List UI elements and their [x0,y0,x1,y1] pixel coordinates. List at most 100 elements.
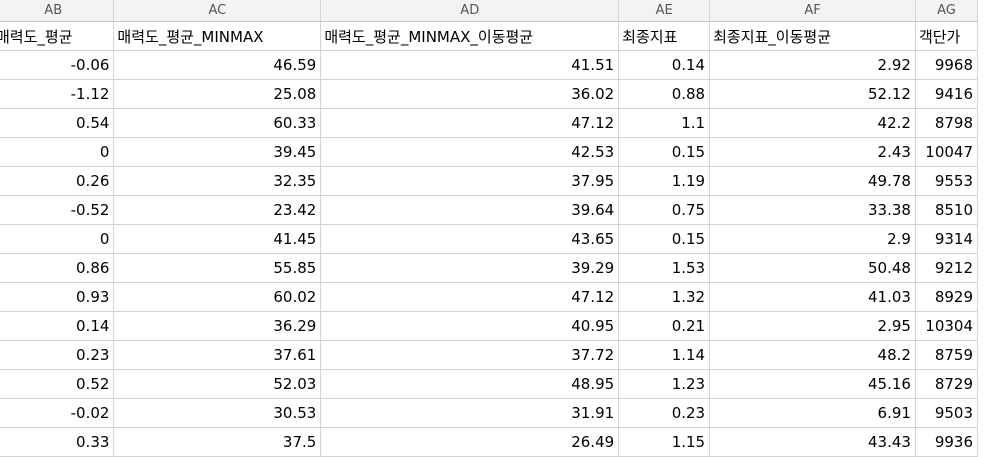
table-row: -0.06 46.59 41.51 0.14 2.92 9968 [0,50,979,80]
header-cell[interactable]: 최종지표 [618,21,711,51]
table-cell[interactable]: -0.06 [0,50,115,80]
table-cell[interactable]: 8929 [915,282,979,312]
table-cell[interactable]: 0.75 [618,195,711,225]
table-cell[interactable]: 36.02 [320,79,620,109]
table-cell[interactable]: 37.61 [113,340,322,370]
column-header-ae[interactable]: AE [618,0,711,22]
table-cell[interactable]: 8798 [915,108,979,138]
table-cell[interactable]: -0.02 [0,398,115,428]
table-cell[interactable]: 8729 [915,369,979,399]
table-cell[interactable]: 60.02 [113,282,322,312]
table-cell[interactable]: 31.91 [320,398,620,428]
table-cell[interactable]: 0.14 [0,311,115,341]
table-cell[interactable]: 47.12 [320,282,620,312]
spreadsheet-grid: AB AC AD AE AF AG 매력도_평균 매력도_평균_MINMAX 매력도_평균_M… [0,0,985,457]
table-cell[interactable]: 9968 [915,50,979,80]
table-cell[interactable]: 39.45 [113,137,322,167]
table-cell[interactable]: -1.12 [0,79,115,109]
table-cell[interactable]: 49.78 [709,166,916,196]
table-cell[interactable]: 32.35 [113,166,322,196]
table-cell[interactable]: 9212 [915,253,979,283]
column-header-ac[interactable]: AC [113,0,322,22]
table-cell[interactable]: 8759 [915,340,979,370]
table-cell[interactable]: 9416 [915,79,979,109]
table-cell[interactable]: 42.53 [320,137,620,167]
table-cell[interactable]: 9553 [915,166,979,196]
table-cell[interactable]: 0 [0,224,115,254]
table-cell[interactable]: 37.72 [320,340,620,370]
table-cell[interactable]: 1.23 [618,369,711,399]
table-row: 0 39.45 42.53 0.15 2.43 10047 [0,137,979,167]
header-cell[interactable]: 객단가 [915,21,979,51]
table-cell[interactable]: 9314 [915,224,979,254]
table-cell[interactable]: 1.53 [618,253,711,283]
table-cell[interactable]: 0.15 [618,224,711,254]
table-cell[interactable]: 0.88 [618,79,711,109]
table-cell[interactable]: 48.95 [320,369,620,399]
table-cell[interactable]: 1.15 [618,427,711,457]
table-cell[interactable]: 43.43 [709,427,916,457]
table-cell[interactable]: 0.23 [618,398,711,428]
table-cell[interactable]: 52.03 [113,369,322,399]
table-cell[interactable]: 26.49 [320,427,620,457]
table-cell[interactable]: 0.33 [0,427,115,457]
header-cell[interactable]: 매력도_평균_MINMAX_이동평균 [320,21,620,51]
header-cell[interactable]: 최종지표_이동평균 [709,21,916,51]
table-cell[interactable]: 37.5 [113,427,322,457]
table-cell[interactable]: 1.1 [618,108,711,138]
table-cell[interactable]: 47.12 [320,108,620,138]
column-header-ab[interactable]: AB [0,0,115,22]
header-cell[interactable]: 매력도_평균_MINMAX [113,21,322,51]
table-cell[interactable]: 41.03 [709,282,916,312]
table-cell[interactable]: 0.86 [0,253,115,283]
table-cell[interactable]: 0 [0,137,115,167]
table-cell[interactable]: 1.14 [618,340,711,370]
table-cell[interactable]: 33.38 [709,195,916,225]
column-header-af[interactable]: AF [709,0,916,22]
table-cell[interactable]: 25.08 [113,79,322,109]
table-cell[interactable]: 0.54 [0,108,115,138]
table-cell[interactable]: 0.93 [0,282,115,312]
column-header-ag[interactable]: AG [915,0,979,22]
table-cell[interactable]: 60.33 [113,108,322,138]
table-cell[interactable]: 36.29 [113,311,322,341]
table-cell[interactable]: 0.23 [0,340,115,370]
table-cell[interactable]: 52.12 [709,79,916,109]
table-cell[interactable]: 41.51 [320,50,620,80]
table-cell[interactable]: 30.53 [113,398,322,428]
table-cell[interactable]: 10047 [915,137,979,167]
table-cell[interactable]: 10304 [915,311,979,341]
column-header-ad[interactable]: AD [320,0,620,22]
table-cell[interactable]: 48.2 [709,340,916,370]
table-cell[interactable]: 0.26 [0,166,115,196]
table-cell[interactable]: 0.21 [618,311,711,341]
table-cell[interactable]: 8510 [915,195,979,225]
table-cell[interactable]: 9936 [915,427,979,457]
table-row: -0.02 30.53 31.91 0.23 6.91 9503 [0,398,979,428]
table-cell[interactable]: 43.65 [320,224,620,254]
table-cell[interactable]: 2.43 [709,137,916,167]
table-cell[interactable]: 46.59 [113,50,322,80]
table-cell[interactable]: 42.2 [709,108,916,138]
table-cell[interactable]: 2.95 [709,311,916,341]
table-cell[interactable]: 0.52 [0,369,115,399]
table-cell[interactable]: 39.64 [320,195,620,225]
table-cell[interactable]: 2.92 [709,50,916,80]
table-cell[interactable]: 1.32 [618,282,711,312]
table-cell[interactable]: 40.95 [320,311,620,341]
header-cell[interactable]: 매력도_평균 [0,21,115,51]
table-cell[interactable]: 1.19 [618,166,711,196]
table-cell[interactable]: 55.85 [113,253,322,283]
table-cell[interactable]: -0.52 [0,195,115,225]
table-cell[interactable]: 0.14 [618,50,711,80]
table-cell[interactable]: 45.16 [709,369,916,399]
table-cell[interactable]: 6.91 [709,398,916,428]
table-cell[interactable]: 0.15 [618,137,711,167]
table-cell[interactable]: 39.29 [320,253,620,283]
table-cell[interactable]: 50.48 [709,253,916,283]
table-cell[interactable]: 41.45 [113,224,322,254]
table-cell[interactable]: 37.95 [320,166,620,196]
table-cell[interactable]: 9503 [915,398,979,428]
table-cell[interactable]: 23.42 [113,195,322,225]
table-cell[interactable]: 2.9 [709,224,916,254]
